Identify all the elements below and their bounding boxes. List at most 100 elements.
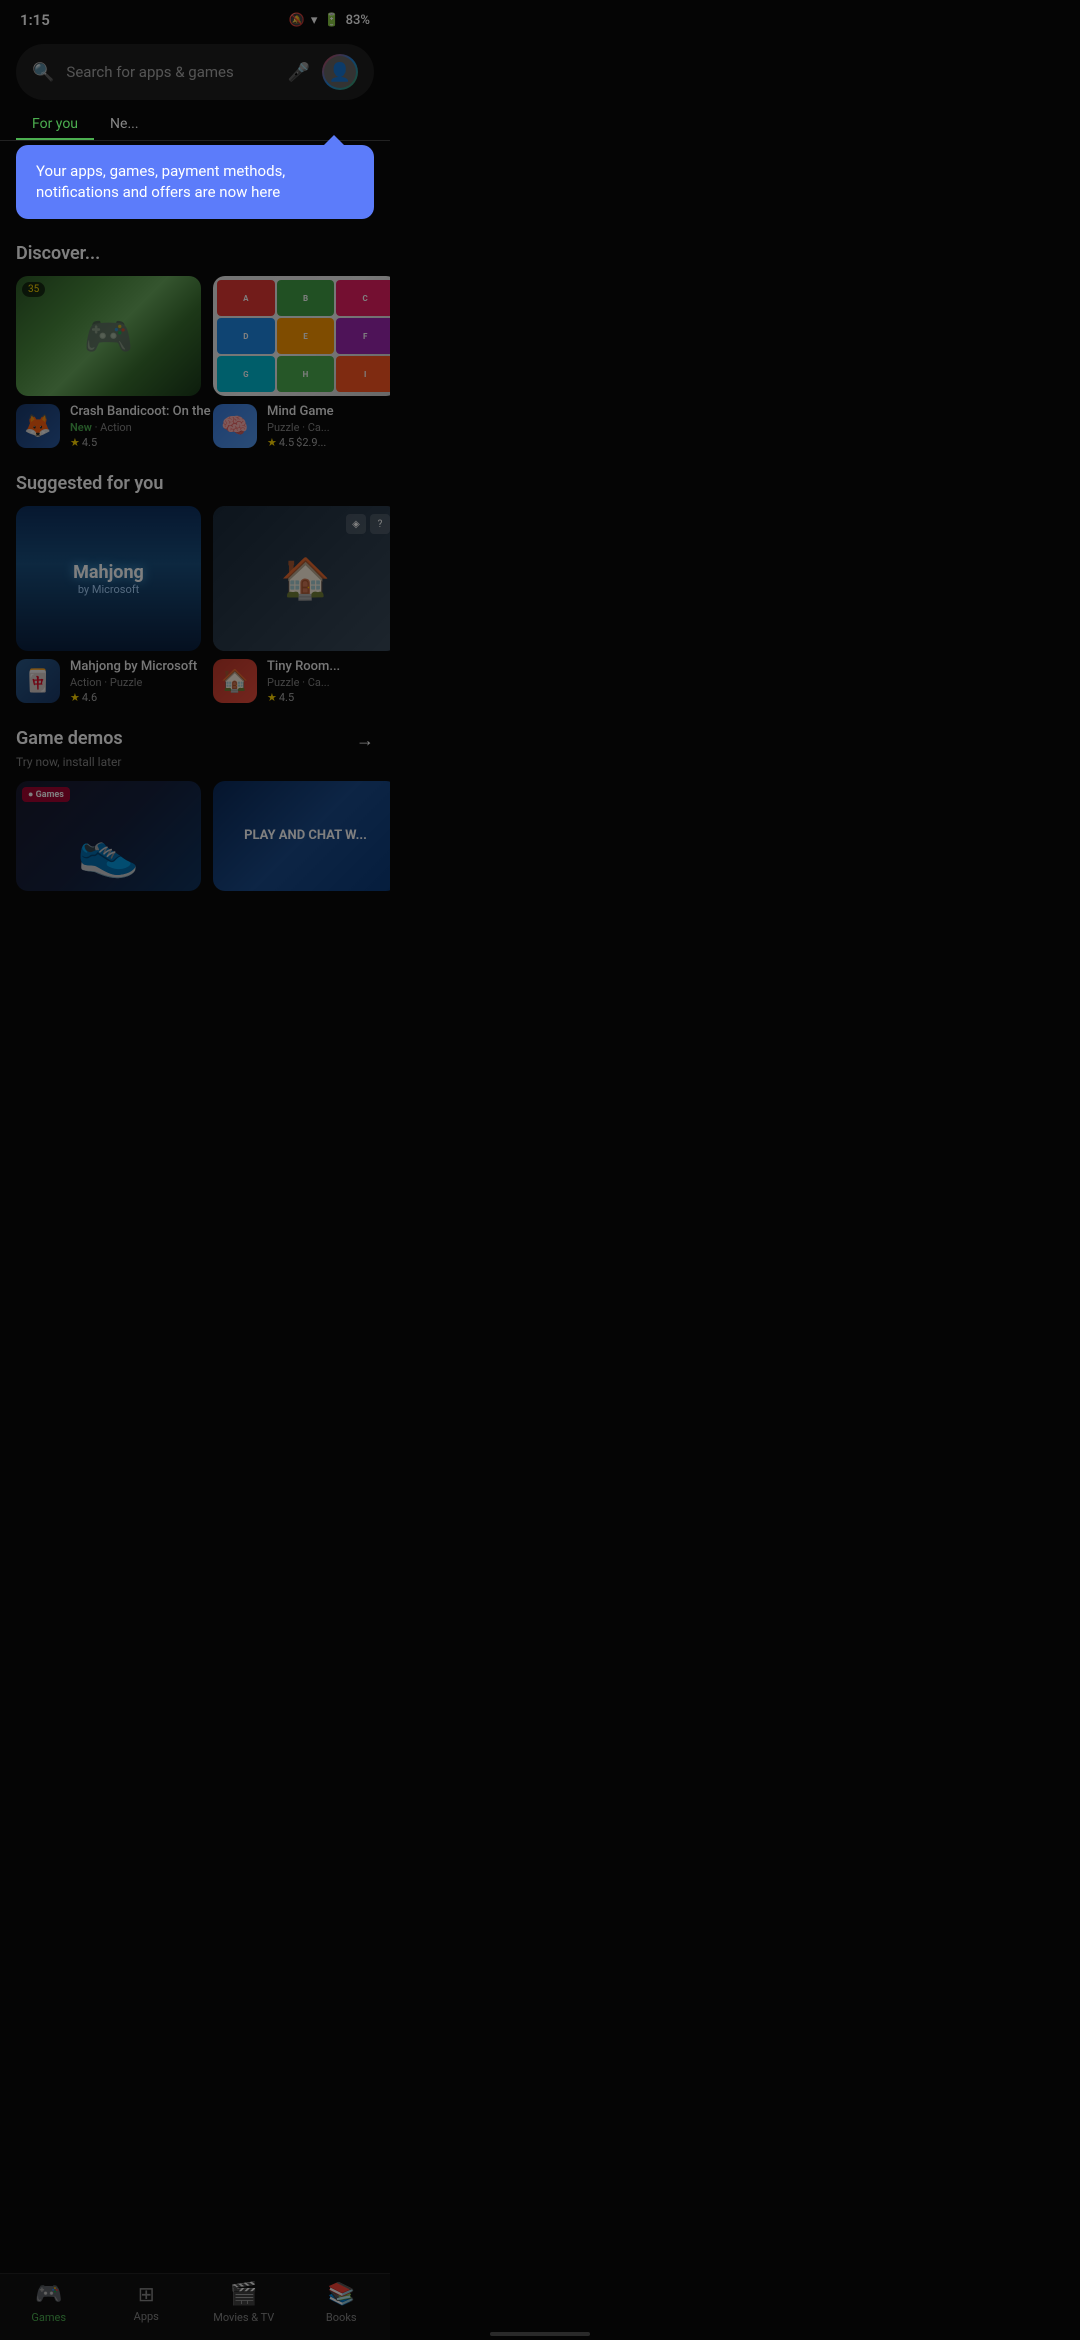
tiny-room-text: Tiny Room... Puzzle · Ca... ★ 4.5 [267, 659, 390, 704]
tiny-room-star: ★ [267, 691, 277, 704]
home-indicator [490, 2332, 590, 2336]
tiny-room-icons: ◈ ? [346, 514, 390, 534]
crash-category-text: Action [100, 421, 132, 434]
mahjong-rating-value: 4.6 [82, 691, 97, 704]
tooltip-container: For you Ne... Your apps, games, payment … [0, 108, 390, 219]
tiny-room-content: ◈ ? 🏠 [213, 506, 390, 651]
nav-apps[interactable]: ⊞ Apps [111, 2282, 181, 2324]
mahjong-rating: ★ 4.6 [70, 691, 201, 704]
discover-cards-scroll[interactable]: 35 🦊 Crash Bandicoot: On the ... New · A… [0, 276, 390, 449]
wifi-icon: ▾ [311, 13, 318, 28]
bottom-nav: 🎮 Games ⊞ Apps 🎬 Movies & TV 📚 Books [0, 2273, 390, 2340]
tooltip-message: Your apps, games, payment methods, notif… [36, 162, 285, 201]
mind-cell-4: D [217, 318, 275, 354]
game-demos-title: Game demos [16, 728, 123, 749]
nav-games[interactable]: 🎮 Games [14, 2282, 84, 2324]
crash-new-badge: New [70, 421, 92, 434]
demo-label-1: ● Games [22, 787, 70, 802]
mind-cell-3: C [336, 280, 390, 316]
tab-new[interactable]: Ne... [94, 108, 155, 140]
tiny-room-name: Tiny Room... [267, 659, 390, 674]
content-area: Discover... 35 🦊 Crash Bandicoot: On the… [0, 227, 390, 979]
mind-rating: ★ 4.5 $2.9... [267, 436, 390, 449]
crash-game-image: 35 [16, 276, 201, 396]
mind-cell-6: F [336, 318, 390, 354]
game-demos-arrow[interactable]: → [356, 730, 374, 751]
mahjong-icon: 🀄 [16, 659, 60, 703]
suggested-section: Suggested for you Mahjong by Microsoft 🀄… [0, 457, 390, 712]
apps-icon: ⊞ [138, 2282, 155, 2306]
app-card-tiny-room[interactable]: ◈ ? 🏠 🏠 Tiny Room... [213, 506, 390, 704]
game-demos-header-text: Game demos [16, 728, 123, 751]
crash-card-image: 35 [16, 276, 201, 396]
mind-name: Mind Game [267, 404, 390, 419]
crash-badge: 35 [22, 282, 45, 297]
mind-cell-8: H [277, 356, 335, 392]
tab-for-you[interactable]: For you [16, 108, 94, 140]
app-card-mind[interactable]: A B C D E F G H I 🧠 [213, 276, 390, 449]
mind-rating-value: 4.5 [279, 436, 294, 449]
movies-label: Movies & TV [213, 2311, 274, 2324]
mahjong-image-sub: by Microsoft [78, 583, 139, 596]
books-label: Books [326, 2311, 357, 2324]
mind-price: $2.9... [296, 436, 326, 449]
mind-text: Mind Game Puzzle · Ca... ★ 4.5 $2.9... [267, 404, 390, 449]
tiny-room-rating-value: 4.5 [279, 691, 294, 704]
avatar-face: 👤 [329, 62, 351, 83]
search-placeholder[interactable]: Search for apps & games [66, 63, 275, 81]
mind-cell-7: G [217, 356, 275, 392]
mind-card-image: A B C D E F G H I [213, 276, 390, 396]
mind-icon: 🧠 [213, 404, 257, 448]
mind-cell-1: A [217, 280, 275, 316]
tiny-room-game-image: ◈ ? 🏠 [213, 506, 390, 651]
tiny-room-app-info: 🏠 Tiny Room... Puzzle · Ca... ★ 4.5 [213, 659, 390, 704]
avatar: 👤 [324, 56, 356, 88]
game-demos-subtitle: Try now, install later [0, 755, 390, 781]
mahjong-star: ★ [70, 691, 80, 704]
nav-books[interactable]: 📚 Books [306, 2282, 376, 2324]
mahjong-sub: Action · Puzzle [70, 676, 201, 689]
status-time: 1:15 [20, 11, 50, 29]
mahjong-app-info: 🀄 Mahjong by Microsoft Action · Puzzle ★… [16, 659, 201, 704]
demo-card-2[interactable]: PLAY AND CHAT W... [213, 781, 390, 891]
mahjong-image-title: Mahjong [73, 562, 144, 583]
battery-icon: 🔋 [323, 13, 339, 28]
demo-cards-scroll[interactable]: ● Games PLAY AND CHAT W... [0, 781, 390, 891]
suggested-cards-scroll[interactable]: Mahjong by Microsoft 🀄 Mahjong by Micros… [0, 506, 390, 704]
status-icons: 🔕 ▾ 🔋 83% [289, 13, 370, 28]
crash-app-info: 🦊 Crash Bandicoot: On the ... New · Acti… [16, 404, 201, 449]
mic-icon[interactable]: 🎤 [288, 62, 310, 83]
mahjong-name: Mahjong by Microsoft [70, 659, 201, 674]
tiny-room-card-image: ◈ ? 🏠 [213, 506, 390, 651]
search-bar[interactable]: 🔍 Search for apps & games 🎤 👤 [16, 44, 374, 100]
apps-label: Apps [134, 2310, 159, 2323]
tooltip-overlay[interactable]: Your apps, games, payment methods, notif… [16, 145, 374, 219]
nav-movies[interactable]: 🎬 Movies & TV [209, 2282, 279, 2324]
books-icon: 📚 [328, 2282, 355, 2307]
movies-icon: 🎬 [230, 2282, 257, 2307]
search-icon: 🔍 [32, 62, 54, 83]
discover-title: Discover... [0, 243, 390, 276]
avatar-wrap[interactable]: 👤 [322, 54, 358, 90]
demo-card-2-text: PLAY AND CHAT W... [244, 828, 367, 845]
battery-percent: 83% [346, 13, 370, 28]
status-bar: 1:15 🔕 ▾ 🔋 83% [0, 0, 390, 36]
mute-icon: 🔕 [289, 13, 305, 28]
tiny-icon-2: ? [370, 514, 390, 534]
crash-icon: 🦊 [16, 404, 60, 448]
crash-name: Crash Bandicoot: On the ... [70, 404, 225, 419]
crash-star: ★ [70, 436, 80, 449]
crash-sub: New · Action [70, 421, 225, 434]
mind-star: ★ [267, 436, 277, 449]
game-demos-section: Game demos → Try now, install later ● Ga… [0, 712, 390, 899]
game-demos-header: Game demos → [0, 728, 390, 755]
mind-game-image: A B C D E F G H I [213, 276, 390, 396]
mind-cell-5: E [277, 318, 335, 354]
mind-sub: Puzzle · Ca... [267, 421, 390, 434]
demo-card-1[interactable]: ● Games [16, 781, 201, 891]
app-card-crash[interactable]: 35 🦊 Crash Bandicoot: On the ... New · A… [16, 276, 201, 449]
tiny-room-icon: 🏠 [213, 659, 257, 703]
app-card-mahjong[interactable]: Mahjong by Microsoft 🀄 Mahjong by Micros… [16, 506, 201, 704]
tooltip-bubble: Your apps, games, payment methods, notif… [16, 145, 374, 219]
mind-cell-2: B [277, 280, 335, 316]
